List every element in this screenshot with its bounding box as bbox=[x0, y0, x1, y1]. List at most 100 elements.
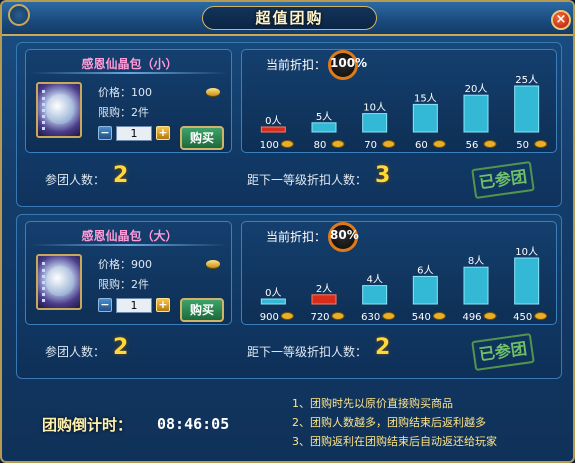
gold-coin-icon bbox=[331, 140, 345, 148]
title-bar[interactable]: 超值团购 × bbox=[2, 2, 573, 36]
discount-chart-panel: 当前折扣： 100% 0人 100 5人 80 10人 70 15人 60 20人 56 25人 50 bbox=[241, 49, 557, 153]
discount-value: 80% bbox=[330, 228, 359, 242]
tier-bar bbox=[311, 294, 337, 305]
tier-count-label: 20人 bbox=[465, 83, 488, 95]
quantity-input[interactable]: 1 bbox=[116, 126, 152, 141]
divider bbox=[30, 244, 228, 246]
next-tier-value: 3 bbox=[375, 163, 391, 188]
gold-coin-icon bbox=[382, 312, 396, 320]
tier-count-label: 10人 bbox=[363, 102, 386, 114]
gold-coin-icon bbox=[432, 312, 446, 320]
tier-bar bbox=[514, 85, 540, 133]
countdown-timer: 08:46:05 bbox=[157, 415, 230, 433]
countdown-label: 团购倒计时： bbox=[42, 416, 133, 434]
price-label: 价格：100 bbox=[98, 86, 152, 99]
tier-count-label: 10人 bbox=[515, 246, 538, 258]
joined-stamp: 已参团 bbox=[471, 160, 535, 200]
close-button[interactable]: × bbox=[551, 10, 571, 30]
discount-chart-panel: 当前折扣： 80% 0人 900 2人 720 4人 630 6人 540 8人 496 10人 45… bbox=[241, 221, 557, 325]
tier-price-label: 70 bbox=[364, 140, 377, 151]
gift-bag-icon[interactable] bbox=[36, 254, 82, 310]
tier-bar bbox=[463, 266, 489, 305]
discount-tier-chart: 0人 900 2人 720 4人 630 6人 540 8人 496 10人 450 bbox=[260, 246, 548, 323]
next-tier-label: 距下一等级折扣人数： bbox=[247, 173, 368, 187]
ornament-icon bbox=[8, 4, 30, 26]
participants-value: 2 bbox=[113, 335, 129, 360]
gold-coin-icon bbox=[432, 140, 446, 148]
increase-button[interactable]: + bbox=[156, 126, 170, 140]
tier-bar bbox=[260, 298, 286, 305]
tier-bar bbox=[362, 285, 388, 305]
gold-coin-icon bbox=[280, 312, 294, 320]
gold-coin-icon bbox=[534, 312, 548, 320]
tier-count-label: 6人 bbox=[417, 264, 433, 276]
tier-count-label: 15人 bbox=[414, 92, 437, 104]
discount-tier-chart: 0人 100 5人 80 10人 70 15人 60 20人 56 25人 50 bbox=[260, 74, 548, 151]
tier-bar bbox=[463, 94, 489, 133]
group-buy-window: 超值团购 × 感恩仙晶包（小） 价格：100 限购：2件 − 1 + 购买 当前… bbox=[0, 0, 575, 463]
divider bbox=[30, 72, 228, 74]
buy-button[interactable]: 购买 bbox=[180, 298, 224, 322]
window-title: 超值团购 bbox=[202, 6, 377, 30]
gold-coin-icon bbox=[206, 88, 220, 96]
tier-price-label: 720 bbox=[310, 312, 329, 323]
tier-count-label: 0人 bbox=[265, 115, 281, 127]
gold-coin-icon bbox=[534, 140, 548, 148]
item-panel: 感恩仙晶包（大） 价格：900 限购：2件 − 1 + 购买 bbox=[25, 221, 232, 325]
group-buy-item-small: 感恩仙晶包（小） 价格：100 限购：2件 − 1 + 购买 当前折扣： 100… bbox=[16, 42, 562, 207]
participants-value: 2 bbox=[113, 163, 129, 188]
buy-button[interactable]: 购买 bbox=[180, 126, 224, 150]
tier-price-label: 56 bbox=[466, 140, 479, 151]
tier-price-label: 900 bbox=[260, 312, 279, 323]
tier-price-label: 100 bbox=[260, 140, 279, 151]
rules-list: 1、团购时先以原价直接购买商品 2、团购人数越多，团购结束后返利越多 3、团购返… bbox=[292, 394, 497, 451]
tier-count-label: 0人 bbox=[265, 287, 281, 299]
tier-price-label: 80 bbox=[314, 140, 327, 151]
tier-bar bbox=[514, 257, 540, 305]
tier-bar bbox=[362, 113, 388, 133]
tier-price-label: 450 bbox=[513, 312, 532, 323]
tier-price-label: 540 bbox=[412, 312, 431, 323]
tier-price-label: 50 bbox=[516, 140, 529, 151]
limit-label: 限购：2件 bbox=[98, 106, 149, 119]
increase-button[interactable]: + bbox=[156, 298, 170, 312]
tier-price-label: 496 bbox=[462, 312, 481, 323]
gold-coin-icon bbox=[483, 140, 497, 148]
quantity-input[interactable]: 1 bbox=[116, 298, 152, 313]
tier-count-label: 2人 bbox=[316, 283, 332, 295]
discount-label: 当前折扣： bbox=[266, 230, 327, 244]
rule-item: 3、团购返利在团购结束后自动返还给玩家 bbox=[292, 435, 497, 448]
gold-coin-icon bbox=[382, 140, 396, 148]
tier-count-label: 25人 bbox=[515, 74, 538, 86]
tier-bar bbox=[311, 122, 337, 133]
gold-coin-icon bbox=[280, 140, 294, 148]
joined-stamp: 已参团 bbox=[471, 332, 535, 372]
tier-bar bbox=[412, 275, 438, 305]
price-label: 价格：900 bbox=[98, 258, 152, 271]
rule-item: 2、团购人数越多，团购结束后返利越多 bbox=[292, 416, 486, 429]
gift-bag-icon[interactable] bbox=[36, 82, 82, 138]
decrease-button[interactable]: − bbox=[98, 126, 112, 140]
item-panel: 感恩仙晶包（小） 价格：100 限购：2件 − 1 + 购买 bbox=[25, 49, 232, 153]
tier-bar bbox=[260, 126, 286, 133]
tier-count-label: 5人 bbox=[316, 111, 332, 123]
tier-count-label: 4人 bbox=[366, 274, 382, 286]
discount-value: 100% bbox=[330, 56, 368, 70]
item-name: 感恩仙晶包（大） bbox=[81, 229, 178, 243]
tier-price-label: 630 bbox=[361, 312, 380, 323]
next-tier-label: 距下一等级折扣人数： bbox=[247, 345, 368, 359]
tier-price-label: 60 bbox=[415, 140, 428, 151]
gold-coin-icon bbox=[483, 312, 497, 320]
gold-coin-icon bbox=[206, 260, 220, 268]
limit-label: 限购：2件 bbox=[98, 278, 149, 291]
gold-coin-icon bbox=[331, 312, 345, 320]
next-tier-value: 2 bbox=[375, 335, 391, 360]
decrease-button[interactable]: − bbox=[98, 298, 112, 312]
rule-item: 1、团购时先以原价直接购买商品 bbox=[292, 397, 453, 410]
participants-label: 参团人数： bbox=[45, 345, 106, 359]
discount-label: 当前折扣： bbox=[266, 58, 327, 72]
tier-count-label: 8人 bbox=[468, 255, 484, 267]
group-buy-item-large: 感恩仙晶包（大） 价格：900 限购：2件 − 1 + 购买 当前折扣： 80%… bbox=[16, 214, 562, 379]
item-name: 感恩仙晶包（小） bbox=[81, 57, 178, 71]
participants-label: 参团人数： bbox=[45, 173, 106, 187]
